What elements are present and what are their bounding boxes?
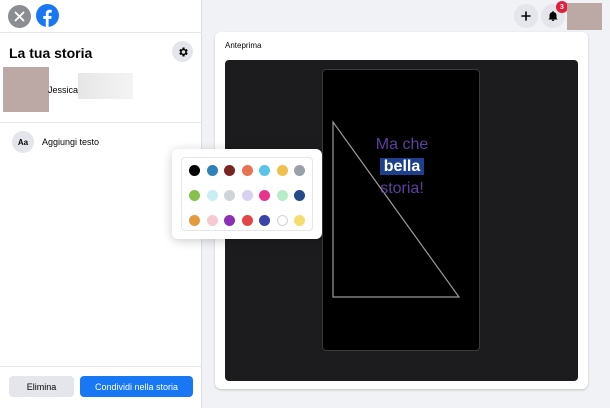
story-text-highlighted: bella <box>379 158 425 175</box>
story-text-line: Ma che <box>375 136 429 153</box>
color-swatch[interactable] <box>189 190 200 201</box>
triangle-outline <box>332 120 461 298</box>
avatar <box>3 67 49 112</box>
color-swatch[interactable] <box>294 165 305 176</box>
story-text[interactable]: Ma che bella storia! <box>363 134 441 200</box>
color-swatch[interactable] <box>276 190 288 201</box>
color-swatch[interactable] <box>294 215 305 226</box>
facebook-f-glyph <box>43 9 52 27</box>
color-swatch[interactable] <box>241 190 253 201</box>
facebook-logo-icon[interactable] <box>36 4 59 27</box>
color-swatch[interactable] <box>259 215 270 226</box>
gear-icon <box>178 47 188 56</box>
color-swatch[interactable] <box>189 165 200 176</box>
close-button[interactable] <box>8 5 31 28</box>
bell-icon <box>548 11 558 21</box>
color-swatch[interactable] <box>224 215 235 226</box>
preview-label: Anteprima <box>225 41 262 50</box>
sidebar-topbar <box>0 0 202 32</box>
add-text-label: Aggiungi testo <box>42 137 100 147</box>
settings-button[interactable] <box>172 41 193 62</box>
color-swatch[interactable] <box>206 190 218 201</box>
story-canvas[interactable]: Ma che bella storia! <box>322 69 480 351</box>
color-grid <box>181 157 313 231</box>
plus-icon <box>521 11 531 21</box>
share-to-story-button[interactable]: Condividi nella storia <box>80 376 193 397</box>
divider <box>0 32 202 33</box>
page-title: La tua storia <box>9 45 93 61</box>
close-icon <box>14 11 25 22</box>
color-swatch[interactable] <box>294 190 305 201</box>
color-picker-popup <box>172 149 322 239</box>
text-aa-icon: Aa <box>12 131 34 153</box>
color-swatch[interactable] <box>259 165 270 176</box>
color-swatch[interactable] <box>206 165 218 176</box>
account-avatar[interactable] <box>567 3 602 30</box>
add-text-button[interactable]: Aa Aggiungi testo <box>8 128 194 156</box>
divider <box>0 366 202 367</box>
create-button[interactable] <box>514 4 538 28</box>
color-swatch[interactable] <box>276 165 288 176</box>
color-swatch[interactable] <box>224 190 235 201</box>
divider <box>0 122 202 123</box>
color-swatch[interactable] <box>259 190 270 201</box>
color-swatch[interactable] <box>241 215 253 226</box>
delete-button[interactable]: Elimina <box>9 376 74 397</box>
profile-name: Jessica <box>48 85 79 95</box>
color-swatch[interactable] <box>206 215 218 226</box>
color-swatch[interactable] <box>241 165 253 176</box>
color-swatch[interactable] <box>224 165 235 176</box>
color-swatch[interactable] <box>189 215 200 226</box>
profile-name-redacted <box>78 73 133 99</box>
color-swatch[interactable] <box>276 215 288 226</box>
story-text-line: storia! <box>380 180 424 197</box>
